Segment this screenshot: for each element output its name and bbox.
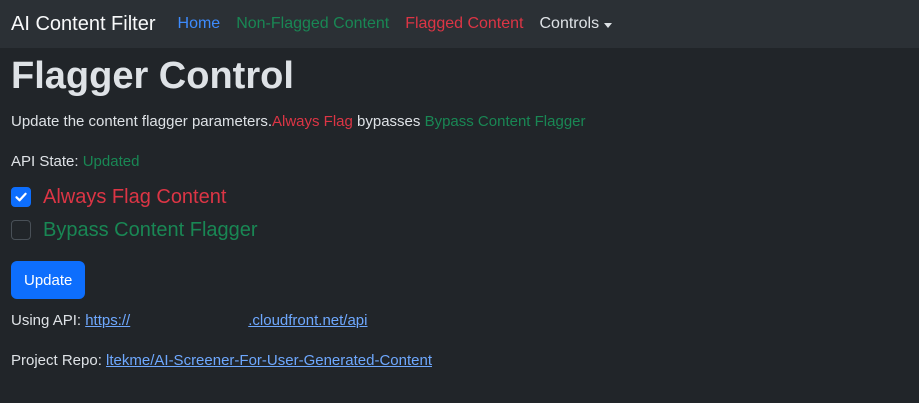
api-url-link[interactable]: https:// .cloudfront.net/api bbox=[85, 312, 367, 329]
api-state: API State: Updated bbox=[11, 152, 908, 172]
always-flag-label[interactable]: Always Flag Content bbox=[43, 184, 226, 210]
repo-link[interactable]: ltekme/AI-Screener-For-User-Generated-Co… bbox=[106, 352, 432, 369]
main-content: Flagger Control Update the content flagg… bbox=[0, 54, 919, 371]
api-info: Using API: https:// .cloudfront.net/api bbox=[11, 311, 908, 331]
nav-flagged-link[interactable]: Flagged Content bbox=[405, 15, 523, 33]
repo-info: Project Repo: ltekme/AI-Screener-For-Use… bbox=[11, 351, 908, 371]
api-state-label: API State: bbox=[11, 153, 83, 170]
page-description: Update the content flagger parameters.Al… bbox=[11, 112, 908, 132]
always-flag-option[interactable]: Always Flag Content bbox=[11, 184, 908, 210]
update-button[interactable]: Update bbox=[11, 261, 86, 299]
description-prefix: Update the content flagger parameters. bbox=[11, 113, 272, 130]
page-title: Flagger Control bbox=[11, 55, 294, 97]
api-state-value: Updated bbox=[82, 153, 140, 170]
api-url-suffix: .cloudfront.net/api bbox=[248, 312, 368, 329]
api-label: Using API: bbox=[11, 312, 86, 329]
bypass-flagger-checkbox[interactable] bbox=[11, 220, 31, 240]
nav-controls-dropdown[interactable]: Controls bbox=[540, 15, 613, 33]
nav-controls-label: Controls bbox=[539, 15, 600, 32]
always-flag-checkbox[interactable] bbox=[11, 187, 31, 207]
nav-non-flagged-link[interactable]: Non-Flagged Content bbox=[236, 15, 389, 33]
description-mid: bypasses bbox=[352, 113, 425, 130]
navbar-brand[interactable]: AI Content Filter bbox=[11, 13, 156, 36]
check-icon bbox=[15, 192, 27, 202]
description-always-flag: Always Flag bbox=[272, 113, 353, 130]
navbar: AI Content Filter Home Non-Flagged Conte… bbox=[0, 0, 919, 48]
caret-down-icon bbox=[604, 22, 613, 28]
description-bypass: Bypass Content Flagger bbox=[424, 113, 586, 130]
api-url-prefix: https:// bbox=[85, 312, 131, 329]
bypass-flagger-option[interactable]: Bypass Content Flagger bbox=[11, 217, 908, 243]
bypass-flagger-label[interactable]: Bypass Content Flagger bbox=[43, 217, 258, 243]
nav-home-link[interactable]: Home bbox=[178, 15, 221, 33]
repo-label: Project Repo: bbox=[11, 352, 107, 369]
